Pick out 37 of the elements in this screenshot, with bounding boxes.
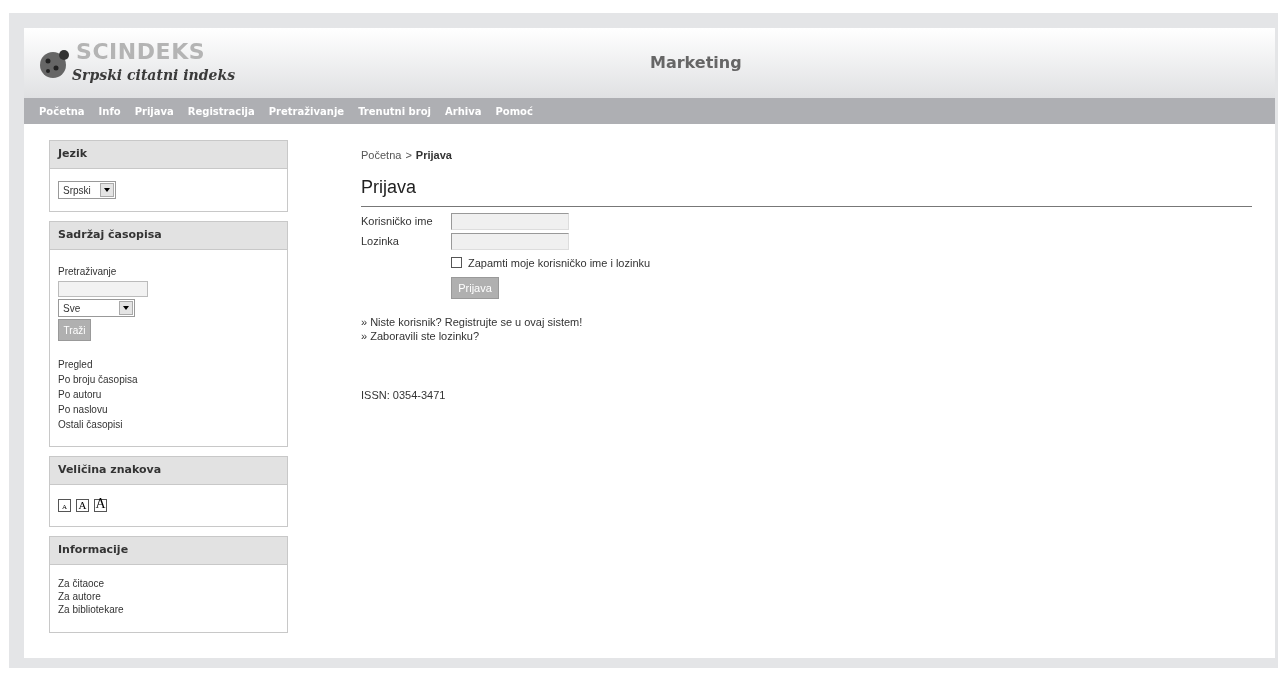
logo-text: Srpski citatni indeks (72, 66, 236, 84)
input-field[interactable] (451, 232, 569, 250)
checkbox[interactable] (451, 257, 462, 269)
dropdown[interactable]: Sve (58, 299, 135, 317)
checkbox-label: Zapamti moje korisničko ime i lozinku (468, 255, 651, 271)
caret-icon (119, 301, 133, 315)
panel-title: Sadržaj časopisa (58, 227, 162, 244)
input-field[interactable] (451, 212, 569, 230)
search-field[interactable] (58, 281, 148, 297)
site-title: Marketing (650, 52, 742, 74)
breadcrumb-link[interactable]: Prijava (415, 147, 452, 164)
panel-title: Veličina znakova (58, 462, 162, 479)
caret-icon (100, 183, 114, 197)
browse-link[interactable]: Po autoru (58, 387, 102, 402)
page-heading: Prijava (361, 173, 1252, 207)
sidebar-link[interactable]: Za bibliotekare (58, 603, 124, 616)
field-label: Korisničko ime (361, 213, 434, 229)
browse-link[interactable]: Ostali časopisi (58, 417, 123, 432)
logo-mark: SCINDEKS (76, 40, 206, 64)
browse-link[interactable]: Po naslovu (58, 402, 108, 417)
panel-title: Jezik (58, 146, 88, 163)
browse-title: Pregled (58, 358, 93, 372)
font-size-button[interactable]: A (94, 499, 107, 512)
dropdown[interactable]: Srpski (58, 181, 116, 199)
breadcrumb-separator: > (405, 148, 412, 163)
panel-title: Informacije (58, 542, 129, 559)
font-size-button[interactable]: A (76, 499, 89, 512)
field-label: Lozinka (361, 233, 400, 249)
breadcrumb-link[interactable]: Početna (361, 147, 402, 164)
issn-text: ISSN: 0354-3471 (361, 388, 447, 403)
search-label: Pretraživanje (58, 265, 118, 279)
sidebar-link[interactable]: Za čitaoce (58, 577, 105, 590)
help-link[interactable]: » Zaboravili ste lozinku? (361, 329, 479, 343)
browse-link[interactable]: Po broju časopisa (58, 372, 138, 387)
logo[interactable]: SCINDEKS Srpski citatni indeks (36, 38, 276, 88)
help-link[interactable]: » Niste korisnik? Registrujte se u ovaj sistem! (361, 315, 583, 329)
sidebar-link[interactable]: Za autore (58, 590, 101, 603)
